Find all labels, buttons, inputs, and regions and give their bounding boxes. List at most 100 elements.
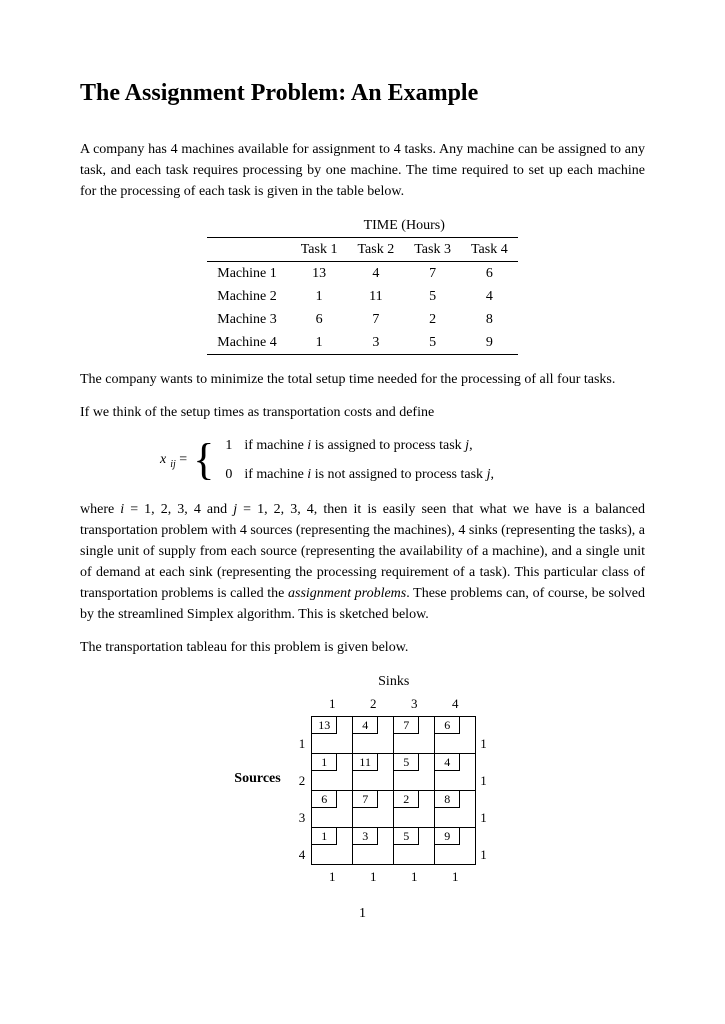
equation-cases: xij = { 1 if machine i is assigned to pr…	[160, 435, 645, 485]
table-cell: 7	[347, 308, 404, 331]
tableau-cell: 7	[353, 790, 394, 827]
case-value: 0	[220, 464, 232, 485]
term-emphasis: assignment problems	[288, 586, 406, 601]
text: is not assigned to process task	[311, 467, 486, 482]
equation-sub: ij	[170, 458, 176, 469]
table-cell: 2	[404, 308, 461, 331]
table-superheader: TIME (Hours)	[291, 214, 518, 238]
col-header: Task 4	[461, 238, 518, 262]
tableau-cell: 6	[312, 790, 353, 827]
demand-value: 1	[435, 864, 476, 887]
row-index: 1	[293, 716, 312, 753]
table-cell: 5	[404, 285, 461, 308]
transportation-tableau: Sources Sinks 1 2 3 4 1 13 4 7 6 1	[80, 670, 645, 887]
table-cell: 4	[461, 285, 518, 308]
cost-value: 13	[312, 717, 337, 734]
tableau-cell: 3	[353, 827, 394, 864]
row-label: Machine 4	[207, 331, 290, 355]
tableau-cell: 1	[312, 753, 353, 790]
col-header: Task 3	[404, 238, 461, 262]
table-row: Machine 2 1 11 5 4	[207, 285, 517, 308]
col-header: Task 1	[291, 238, 348, 262]
demand-value: 1	[394, 864, 435, 887]
table-cell: 6	[291, 308, 348, 331]
equation-case: 1 if machine i is assigned to process ta…	[220, 435, 494, 456]
tableau-cell: 8	[435, 790, 476, 827]
text: where	[80, 502, 120, 517]
text: ,	[469, 438, 473, 453]
col-index: 4	[435, 694, 476, 716]
cost-value: 3	[353, 828, 378, 845]
case-value: 1	[220, 435, 232, 456]
cost-value: 8	[435, 791, 460, 808]
time-table: TIME (Hours) Task 1 Task 2 Task 3 Task 4…	[207, 214, 517, 355]
paragraph-intro: A company has 4 machines available for a…	[80, 139, 645, 202]
text: if machine	[244, 467, 307, 482]
paragraph-objective: The company wants to minimize the total …	[80, 369, 645, 390]
paragraph-define: If we think of the setup times as transp…	[80, 402, 645, 423]
text: = 1, 2, 3, 4 and	[124, 502, 233, 517]
tableau-cell: 4	[353, 716, 394, 753]
cost-value: 5	[394, 828, 419, 845]
equation-eq: =	[179, 452, 187, 467]
case-text: if machine i is assigned to process task…	[244, 435, 472, 456]
supply-value: 1	[476, 827, 491, 864]
row-index: 2	[293, 753, 312, 790]
tableau-cell: 1	[312, 827, 353, 864]
paragraph-where: where i = 1, 2, 3, 4 and j = 1, 2, 3, 4,…	[80, 499, 645, 625]
tableau-cell: 7	[394, 716, 435, 753]
tableau-cell: 2	[394, 790, 435, 827]
row-label: Machine 2	[207, 285, 290, 308]
tableau-cell: 9	[435, 827, 476, 864]
tableau-cell: 5	[394, 753, 435, 790]
table-cell: 13	[291, 262, 348, 286]
equation-case: 0 if machine i is not assigned to proces…	[220, 464, 494, 485]
table-row: Machine 4 1 3 5 9	[207, 331, 517, 355]
supply-value: 1	[476, 753, 491, 790]
cost-value: 7	[353, 791, 378, 808]
row-label: Machine 3	[207, 308, 290, 331]
sources-label: Sources	[234, 768, 280, 789]
table-row: Machine 1 13 4 7 6	[207, 262, 517, 286]
tableau-cell: 5	[394, 827, 435, 864]
brace-icon: {	[193, 438, 214, 482]
page: The Assignment Problem: An Example A com…	[0, 0, 725, 964]
equation-var: x	[160, 452, 166, 467]
cost-value: 7	[394, 717, 419, 734]
cost-value: 4	[435, 754, 460, 771]
table-row: Machine 3 6 7 2 8	[207, 308, 517, 331]
col-index: 3	[394, 694, 435, 716]
tableau-cell: 11	[353, 753, 394, 790]
supply-value: 1	[476, 790, 491, 827]
table-cell: 5	[404, 331, 461, 355]
sinks-label: Sinks	[312, 670, 476, 694]
demand-value: 1	[312, 864, 353, 887]
cost-value: 6	[435, 717, 460, 734]
page-title: The Assignment Problem: An Example	[80, 75, 645, 111]
cost-value: 5	[394, 754, 419, 771]
cost-value: 9	[435, 828, 460, 845]
table-cell: 3	[347, 331, 404, 355]
cost-value: 11	[353, 754, 378, 771]
table-cell: 4	[347, 262, 404, 286]
row-label: Machine 1	[207, 262, 290, 286]
row-index: 3	[293, 790, 312, 827]
tableau-cell: 4	[435, 753, 476, 790]
text: is assigned to process task	[311, 438, 465, 453]
cost-value: 6	[312, 791, 337, 808]
cost-value: 2	[394, 791, 419, 808]
table-cell: 1	[291, 285, 348, 308]
col-index: 1	[312, 694, 353, 716]
table-cell: 11	[347, 285, 404, 308]
col-header: Task 2	[347, 238, 404, 262]
tableau-cell: 6	[435, 716, 476, 753]
table-cell: 8	[461, 308, 518, 331]
page-number: 1	[80, 903, 645, 924]
table-cell: 6	[461, 262, 518, 286]
demand-value: 1	[353, 864, 394, 887]
cost-value: 4	[353, 717, 378, 734]
tableau-cell: 13	[312, 716, 353, 753]
tableau-grid: Sinks 1 2 3 4 1 13 4 7 6 1 2 1	[293, 670, 491, 887]
supply-value: 1	[476, 716, 491, 753]
paragraph-tableau-intro: The transportation tableau for this prob…	[80, 637, 645, 658]
